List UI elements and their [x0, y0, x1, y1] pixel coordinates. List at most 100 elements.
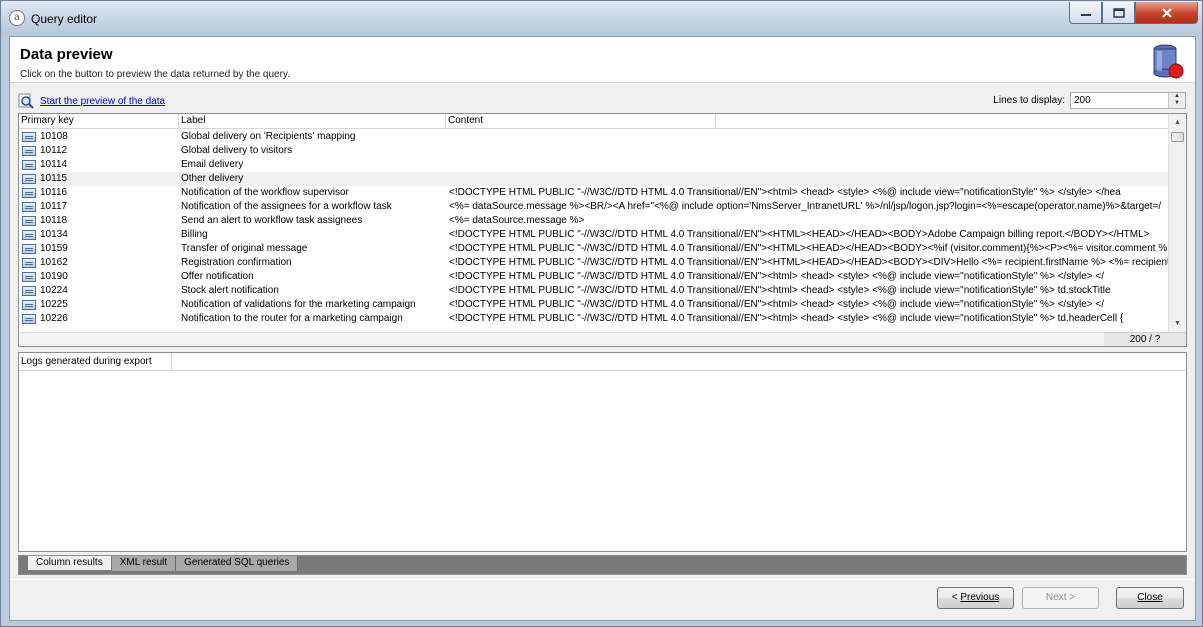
maximize-button[interactable] [1102, 2, 1135, 24]
primary-key-cell: 10190 [19, 270, 179, 284]
label-cell: Notification of the assignees for a work… [181, 201, 392, 212]
content-cell: <%= dataSource.message %><BR/><A href="<… [449, 201, 1162, 212]
label-cell: Send an alert to workflow task assignees [181, 215, 363, 226]
table-row[interactable]: 10224 Stock alert notification <!DOCTYPE H… [19, 284, 1168, 298]
primary-key-value: 10226 [40, 313, 68, 324]
primary-key-value: 10159 [40, 243, 68, 254]
primary-key-cell: 10134 [19, 228, 179, 242]
primary-key-cell: 10108 [19, 130, 179, 144]
content-cell [449, 130, 1168, 144]
content-cell: <!DOCTYPE HTML PUBLIC "-//W3C//DTD HTML … [449, 243, 1168, 254]
table-row[interactable]: 10118 Send an alert to workflow task assi… [19, 214, 1168, 228]
page-subtitle: Click on the button to preview the data … [20, 69, 290, 80]
table-row[interactable]: 10225 Notification of validations for the… [19, 298, 1168, 312]
lines-spinner[interactable]: ▲ ▼ [1070, 92, 1186, 109]
query-editor-window: a Query editor Data preview Click on the… [0, 0, 1203, 627]
label-cell: Email delivery [181, 159, 244, 170]
grid-vertical-scrollbar[interactable]: ▲ ▼ [1168, 114, 1186, 332]
content-cell [449, 172, 1168, 186]
column-header-filler [716, 114, 1186, 129]
page-title: Data preview [20, 46, 113, 63]
table-row[interactable]: 10112 Global delivery to visitors [19, 144, 1168, 158]
table-row[interactable]: 10190 Offer notification <!DOCTYPE HTML PU… [19, 270, 1168, 284]
table-row[interactable]: 10115 Other delivery [19, 172, 1168, 186]
tab-xml-result[interactable]: XML result [111, 556, 177, 571]
app-icon: a [9, 10, 25, 26]
record-icon [22, 174, 36, 184]
primary-key-cell: 10116 [19, 186, 179, 200]
primary-key-cell: 10224 [19, 284, 179, 298]
close-button[interactable]: Close [1116, 587, 1184, 609]
primary-key-cell: 10225 [19, 298, 179, 312]
preview-link-group: Start the preview of the data [18, 93, 165, 109]
close-icon [1161, 7, 1172, 18]
table-row[interactable]: 10108 Global delivery on 'Recipients' map… [19, 130, 1168, 144]
scroll-thumb[interactable] [1171, 132, 1184, 142]
spinner-arrows[interactable]: ▲ ▼ [1168, 93, 1185, 108]
magnifier-icon[interactable] [18, 93, 34, 109]
record-icon [22, 202, 36, 212]
content-cell: <!DOCTYPE HTML PUBLIC "-//W3C//DTD HTML … [449, 271, 1104, 282]
primary-key-cell: 10114 [19, 158, 179, 172]
primary-key-cell: 10115 [19, 172, 179, 186]
primary-key-value: 10108 [40, 131, 68, 142]
table-row[interactable]: 10116 Notification of the workflow superv… [19, 186, 1168, 200]
minimize-button[interactable] [1069, 2, 1102, 24]
spin-up-icon[interactable]: ▲ [1169, 93, 1185, 100]
dialog-client-area: Data preview Click on the button to prev… [9, 36, 1196, 621]
table-row[interactable]: 10159 Transfer of original message <!DOCTY… [19, 242, 1168, 256]
primary-key-value: 10162 [40, 257, 68, 268]
window-title: Query editor [31, 12, 98, 26]
primary-key-value: 10134 [40, 229, 68, 240]
title-bar[interactable]: a Query editor [1, 1, 1202, 35]
next-button[interactable]: Next > [1022, 587, 1099, 609]
spin-down-icon[interactable]: ▼ [1169, 100, 1185, 107]
scroll-up-icon[interactable]: ▲ [1169, 114, 1186, 131]
content-cell: <!DOCTYPE HTML PUBLIC "-//W3C//DTD HTML … [449, 313, 1124, 324]
label-cell: Notification of validations for the mark… [181, 299, 416, 310]
label-cell: Notification to the router for a marketi… [181, 313, 403, 324]
content-cell [449, 158, 1168, 172]
start-preview-link[interactable]: Start the preview of the data [40, 96, 165, 107]
label-cell: Registration confirmation [181, 257, 292, 268]
primary-key-cell: 10112 [19, 144, 179, 158]
label-cell: Notification of the workflow supervisor [181, 187, 349, 198]
tab-column-results[interactable]: Column results [27, 556, 112, 571]
primary-key-value: 10114 [40, 159, 68, 170]
lines-input[interactable] [1071, 93, 1167, 108]
tab-generated-sql-queries[interactable]: Generated SQL queries [176, 556, 299, 571]
minimize-icon [1080, 13, 1091, 16]
label-cell: Global delivery to visitors [181, 145, 293, 156]
table-row[interactable]: 10134 Billing <!DOCTYPE HTML PUBLIC "-//W3… [19, 228, 1168, 242]
record-icon [22, 300, 36, 310]
logs-header: Logs generated during export [19, 353, 1186, 371]
table-row[interactable]: 10162 Registration confirmation <!DOCTYPE … [19, 256, 1168, 270]
grid-horizontal-strip [19, 332, 1106, 346]
primary-key-value: 10117 [40, 201, 68, 212]
primary-key-value: 10224 [40, 285, 68, 296]
results-grid: Primary key Label Content 10108 Global de… [18, 113, 1187, 347]
previous-button[interactable]: < Previous [937, 587, 1014, 609]
label-cell: Transfer of original message [181, 243, 308, 254]
primary-key-value: 10112 [40, 145, 68, 156]
table-row[interactable]: 10226 Notification to the router for a ma… [19, 312, 1168, 326]
dialog-header: Data preview Click on the button to prev… [10, 37, 1195, 83]
table-row[interactable]: 10114 Email delivery [19, 158, 1168, 172]
column-header-label[interactable]: Label [179, 114, 446, 129]
next-label: Next > [1045, 592, 1076, 603]
scroll-down-icon[interactable]: ▼ [1169, 315, 1186, 332]
column-header-primary-key[interactable]: Primary key [19, 114, 179, 129]
content-cell: <!DOCTYPE HTML PUBLIC "-//W3C//DTD HTML … [449, 229, 1150, 240]
table-row[interactable]: 10117 Notification of the assignees for a… [19, 200, 1168, 214]
record-icon [22, 230, 36, 240]
record-icon [22, 132, 36, 142]
primary-key-value: 10116 [40, 187, 68, 198]
window-close-button[interactable] [1135, 2, 1198, 24]
footer-divider [10, 579, 1195, 580]
content-cell: <!DOCTYPE HTML PUBLIC "-//W3C//DTD HTML … [449, 285, 1111, 296]
content-cell: <!DOCTYPE HTML PUBLIC "-//W3C//DTD HTML … [449, 187, 1121, 198]
label-cell: Offer notification [181, 271, 254, 282]
record-icon [22, 146, 36, 156]
record-icon [22, 258, 36, 268]
column-header-content[interactable]: Content [446, 114, 716, 129]
